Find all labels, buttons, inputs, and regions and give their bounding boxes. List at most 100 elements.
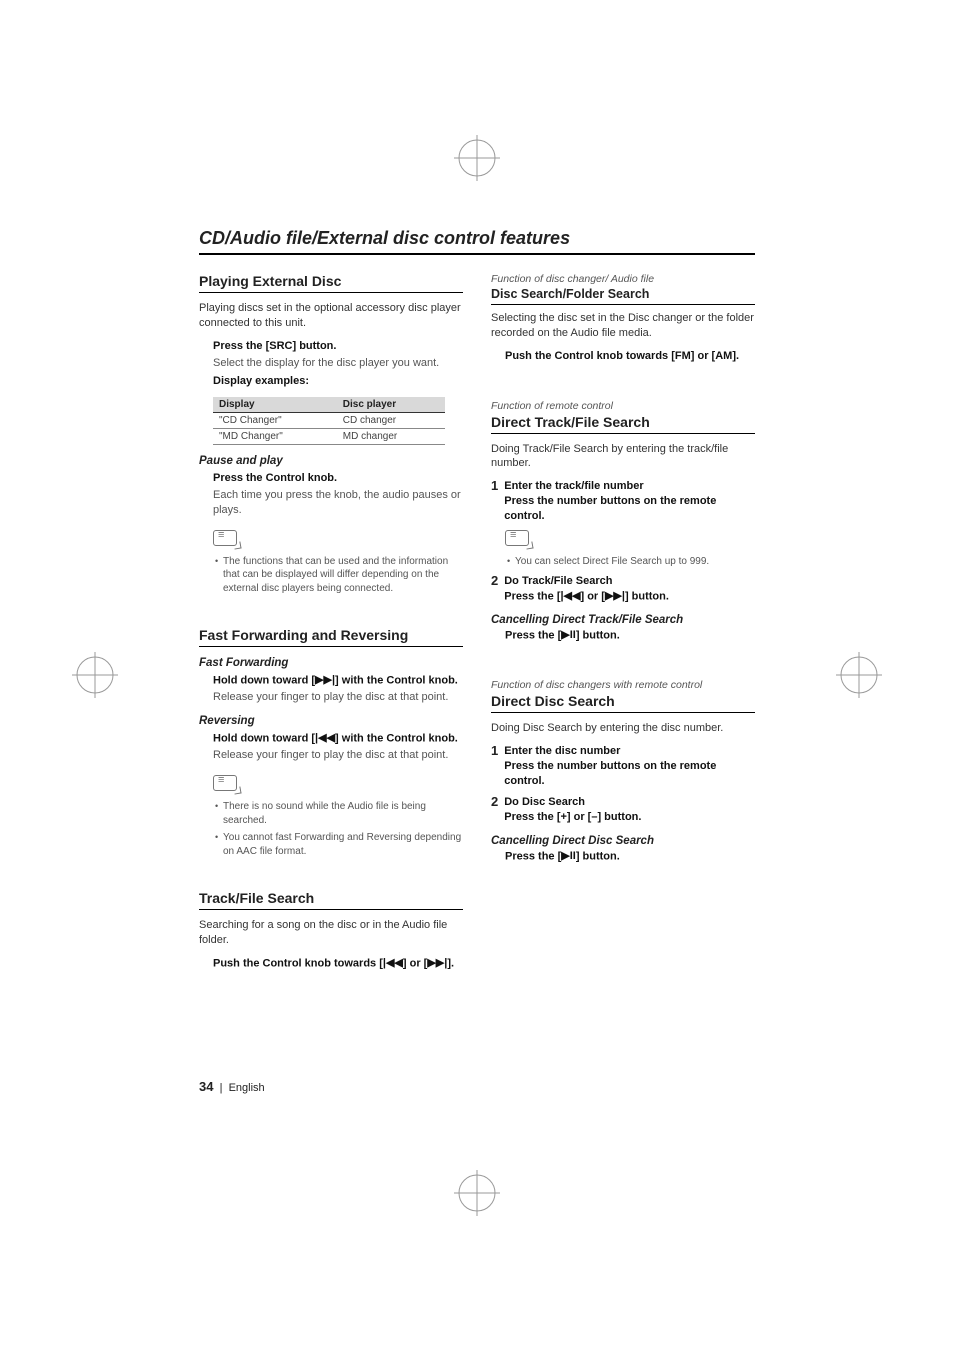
table-cell: "CD Changer"	[213, 413, 337, 429]
section-heading: Direct Track/File Search	[491, 414, 755, 434]
instruction: Press the [▶II] button.	[505, 628, 755, 643]
body-text: Release your finger to play the disc at …	[213, 748, 463, 763]
body-text: Release your finger to play the disc at …	[213, 690, 463, 705]
table-header: Display	[213, 397, 337, 413]
text-fragment: Hold down toward [	[213, 675, 315, 687]
note-item: You cannot fast Forwarding and Reversing…	[215, 831, 463, 858]
sub-heading: Cancelling Direct Track/File Search	[491, 614, 755, 626]
note-item: You can select Direct File Search up to …	[507, 555, 755, 569]
instruction: Press the [▶II] button.	[505, 849, 755, 864]
page-number: 34	[199, 1079, 213, 1094]
table-header: Disc player	[337, 397, 446, 413]
step: 2 Do Track/File Search Press the [|◀◀] o…	[491, 574, 755, 604]
sub-heading: Pause and play	[199, 455, 463, 467]
step-title: Do Track/File Search	[504, 574, 755, 589]
two-column-layout: Playing External Disc Playing discs set …	[199, 273, 755, 979]
step: 1 Enter the track/file number Press the …	[491, 479, 755, 524]
sub-heading: Fast Forwarding	[199, 657, 463, 669]
table-row: "MD Changer" MD changer	[213, 429, 445, 445]
instruction: Press the [SRC] button.	[213, 339, 463, 354]
function-note: Function of disc changers with remote co…	[491, 679, 755, 691]
step: 2 Do Disc Search Press the [+] or [–] bu…	[491, 795, 755, 825]
page-footer: 34 | English	[199, 1079, 265, 1094]
text-fragment: ] with the Control knob.	[335, 733, 458, 745]
note-list: You can select Direct File Search up to …	[507, 555, 755, 569]
step-title: Enter the disc number	[504, 744, 755, 759]
section-heading: Disc Search/Folder Search	[491, 287, 755, 305]
note-list: There is no sound while the Audio file i…	[215, 800, 463, 858]
text-fragment: Push the Control knob towards [	[213, 957, 383, 969]
prev-track-icon: |◀◀	[383, 956, 403, 971]
note-list: The functions that can be used and the i…	[215, 555, 463, 596]
text-fragment: ] with the Control knob.	[335, 675, 458, 687]
table-cell: "MD Changer"	[213, 429, 337, 445]
crop-mark-right	[784, 615, 914, 735]
table-row: Display Disc player	[213, 397, 445, 413]
section-heading: Direct Disc Search	[491, 693, 755, 713]
footer-language: English	[229, 1082, 265, 1094]
instruction: Press the [|◀◀] or [▶▶|] button.	[504, 589, 755, 604]
instruction: Hold down toward [▶▶|] with the Control …	[213, 673, 463, 688]
prev-track-icon: |◀◀	[315, 731, 335, 746]
instruction: Press the Control knob.	[213, 471, 463, 486]
display-table: Display Disc player "CD Changer" CD chan…	[213, 397, 445, 445]
body-text: Selecting the disc set in the Disc chang…	[491, 311, 755, 341]
instruction: Press the [+] or [–] button.	[504, 810, 755, 825]
text-fragment: ].	[447, 957, 454, 969]
section-heading: Track/File Search	[199, 890, 463, 910]
text-fragment: Hold down toward [	[213, 733, 315, 745]
prev-track-icon: |◀◀	[560, 589, 580, 604]
text-fragment: ] or [	[403, 957, 427, 969]
step-title: Enter the track/file number	[504, 479, 755, 494]
text-fragment: ] button.	[625, 590, 669, 602]
instruction: Press the number buttons on the remote c…	[504, 759, 755, 789]
label: Display examples:	[213, 374, 463, 389]
page: CD/Audio file/External disc control feat…	[0, 0, 954, 1351]
instruction: Push the Control knob towards [FM] or [A…	[505, 349, 755, 364]
note-item: The functions that can be used and the i…	[215, 555, 463, 596]
next-track-icon: ▶▶|	[315, 673, 335, 688]
text-fragment: ] or [	[580, 590, 604, 602]
instruction: Hold down toward [|◀◀] with the Control …	[213, 731, 463, 746]
body-text: Each time you press the knob, the audio …	[213, 488, 463, 518]
play-pause-icon: ▶II	[561, 849, 576, 864]
page-title: CD/Audio file/External disc control feat…	[199, 228, 755, 255]
body-text: Select the display for the disc player y…	[213, 356, 463, 371]
play-pause-icon: ▶II	[561, 628, 576, 643]
body-text: Searching for a song on the disc or in t…	[199, 918, 463, 948]
step-number: 2	[491, 574, 498, 587]
note-icon	[213, 530, 237, 546]
body-text: Doing Disc Search by entering the disc n…	[491, 721, 755, 736]
left-column: Playing External Disc Playing discs set …	[199, 273, 463, 979]
next-track-icon: ▶▶|	[605, 589, 625, 604]
crop-mark-bottom	[0, 1151, 954, 1351]
crop-mark-left	[40, 615, 170, 735]
crop-mark-top	[0, 0, 954, 200]
step-number: 1	[491, 744, 498, 757]
body-text: Playing discs set in the optional access…	[199, 301, 463, 331]
next-track-icon: ▶▶|	[427, 956, 447, 971]
text-fragment: ] button.	[576, 630, 620, 642]
note-icon	[505, 530, 529, 546]
sub-heading: Cancelling Direct Disc Search	[491, 835, 755, 847]
function-note: Function of disc changer/ Audio file	[491, 273, 755, 285]
function-note: Function of remote control	[491, 400, 755, 412]
table-row: "CD Changer" CD changer	[213, 413, 445, 429]
section-heading: Fast Forwarding and Reversing	[199, 627, 463, 647]
step-title: Do Disc Search	[504, 795, 755, 810]
body-text: Doing Track/File Search by entering the …	[491, 442, 755, 472]
step-number: 1	[491, 479, 498, 492]
content-area: CD/Audio file/External disc control feat…	[199, 228, 755, 979]
text-fragment: Press the [	[505, 630, 561, 642]
right-column: Function of disc changer/ Audio file Dis…	[491, 273, 755, 979]
section-heading: Playing External Disc	[199, 273, 463, 293]
text-fragment: Press the [	[505, 850, 561, 862]
instruction: Push the Control knob towards [|◀◀] or […	[213, 956, 463, 971]
table-cell: MD changer	[337, 429, 446, 445]
step: 1 Enter the disc number Press the number…	[491, 744, 755, 789]
footer-separator: |	[217, 1082, 229, 1094]
note-item: There is no sound while the Audio file i…	[215, 800, 463, 827]
text-fragment: ] button.	[576, 850, 620, 862]
step-number: 2	[491, 795, 498, 808]
table-cell: CD changer	[337, 413, 446, 429]
